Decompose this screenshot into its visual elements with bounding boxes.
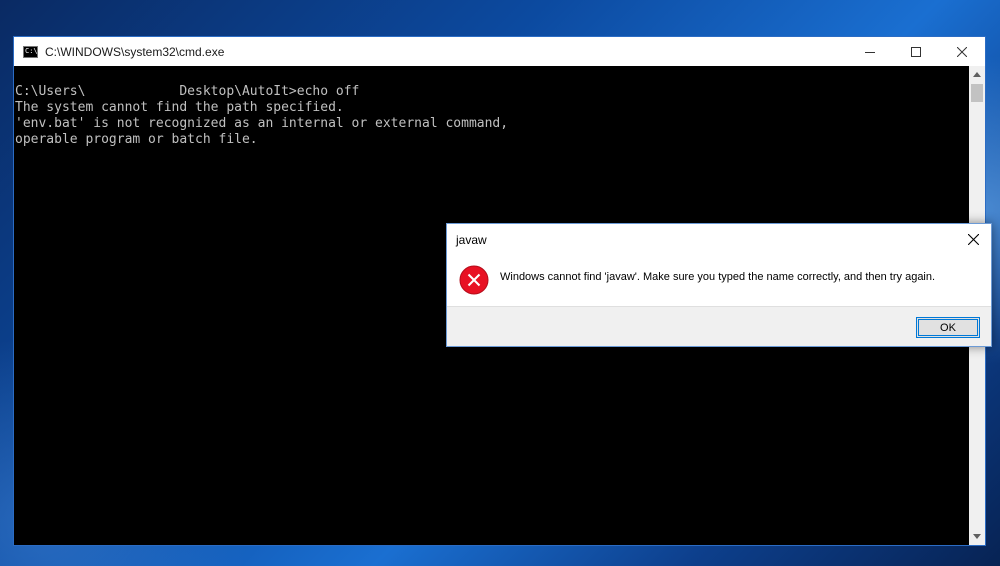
maximize-icon [911, 46, 921, 57]
dialog-message: Windows cannot find 'javaw'. Make sure y… [500, 271, 936, 283]
dialog-body: Windows cannot find 'javaw'. Make sure y… [447, 254, 991, 306]
close-button[interactable] [939, 37, 985, 66]
minimize-icon [865, 51, 875, 53]
console-app-icon[interactable]: C:\ [23, 45, 38, 58]
console-line: operable program or batch file. [15, 132, 258, 147]
minimize-button[interactable] [847, 37, 893, 66]
console-line: C:\Users\ Desktop\AutoIt>echo off [15, 84, 360, 99]
close-icon [967, 233, 979, 245]
cmd-window-title: C:\WINDOWS\system32\cmd.exe [45, 44, 225, 59]
console-line: 'env.bat' is not recognized as an intern… [15, 116, 509, 131]
console-line: The system cannot find the path specifie… [15, 100, 344, 115]
chevron-up-icon [973, 72, 981, 77]
close-icon [957, 46, 967, 57]
dialog-titlebar[interactable]: javaw [447, 224, 991, 254]
dialog-close-button[interactable] [955, 224, 991, 254]
window-controls [847, 37, 985, 66]
scrollbar-thumb[interactable] [971, 84, 983, 102]
chevron-down-icon [973, 534, 981, 539]
error-icon [459, 265, 489, 295]
dialog-footer: OK [447, 306, 991, 346]
ok-button[interactable]: OK [916, 317, 980, 338]
scroll-down-button[interactable] [969, 528, 985, 545]
cmd-titlebar[interactable]: C:\ C:\WINDOWS\system32\cmd.exe [14, 37, 985, 66]
dialog-title: javaw [456, 233, 487, 247]
error-dialog[interactable]: javaw Windows cannot find 'javaw'. Make … [446, 223, 992, 347]
scroll-up-button[interactable] [969, 66, 985, 83]
maximize-button[interactable] [893, 37, 939, 66]
